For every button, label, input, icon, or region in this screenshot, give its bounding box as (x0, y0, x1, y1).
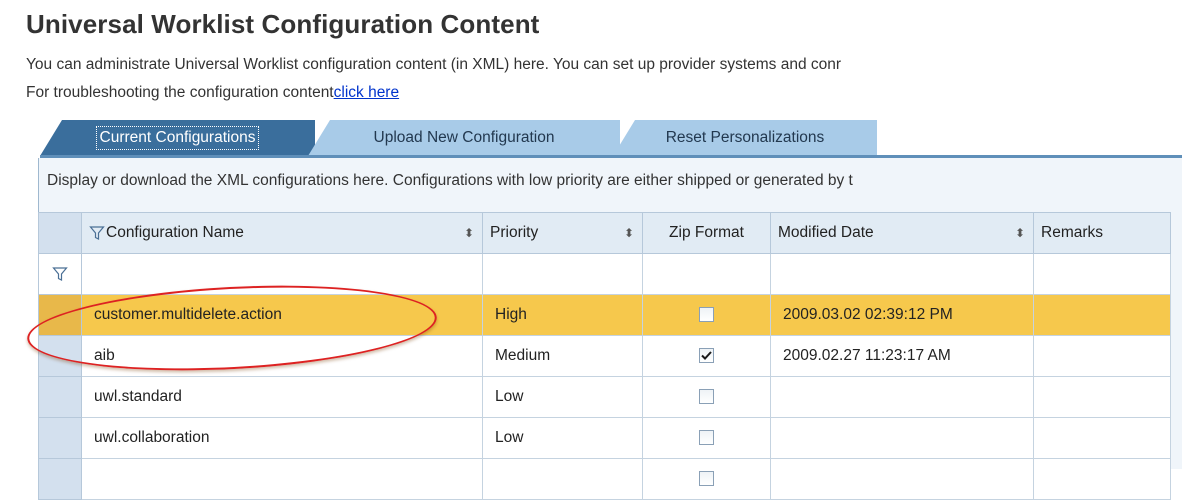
row-selector[interactable] (38, 376, 82, 418)
filter-zip-input[interactable] (642, 253, 771, 295)
zip-format-cell (642, 335, 771, 377)
header-remarks-label: Remarks (1041, 224, 1104, 241)
priority-cell: Low (482, 376, 643, 418)
empty-cell (81, 458, 483, 500)
filter-row (38, 253, 1171, 295)
sort-arrows-icon[interactable]: ⬍ (464, 227, 474, 239)
troubleshooting-line: For troubleshooting the configuration co… (26, 84, 399, 102)
priority-cell: Medium (482, 335, 643, 377)
tab-upload-label: Upload New Configuration (373, 129, 555, 146)
header-priority[interactable]: Priority ⬍ (482, 212, 643, 254)
zip-format-checkbox[interactable] (699, 471, 714, 487)
row-selector[interactable] (38, 417, 82, 459)
tab-upload-new-configuration[interactable]: Upload New Configuration (308, 120, 620, 156)
zip-format-cell (642, 294, 771, 336)
remarks-cell (1033, 417, 1171, 459)
header-selector-cell (38, 212, 82, 254)
config-name-cell: customer.multidelete.action (81, 294, 483, 336)
header-configuration-name[interactable]: Configuration Name ⬍ (81, 212, 483, 254)
config-name-cell: uwl.collaboration (81, 417, 483, 459)
table-row[interactable]: aib Medium 2009.02.27 11:23:17 AM (38, 335, 1171, 377)
modified-date-cell: 2009.03.02 02:39:12 PM (770, 294, 1034, 336)
table-row-partial[interactable] (38, 458, 1171, 500)
header-priority-label: Priority (490, 224, 539, 241)
filter-funnel-icon[interactable] (89, 225, 105, 241)
tab-strip: Current Configurations Upload New Config… (12, 120, 1182, 157)
modified-date-cell (770, 376, 1034, 418)
table-row[interactable]: uwl.standard Low (38, 376, 1171, 418)
tab-current-configurations[interactable]: Current Configurations (40, 120, 315, 156)
checkmark-icon (701, 351, 712, 361)
priority-cell: High (482, 294, 643, 336)
row-selector[interactable] (38, 458, 82, 500)
header-modified-date[interactable]: Modified Date ⬍ (770, 212, 1034, 254)
zip-format-checkbox[interactable] (699, 430, 714, 446)
remarks-cell (1033, 335, 1171, 377)
remarks-cell (1033, 294, 1171, 336)
table-row[interactable]: uwl.collaboration Low (38, 417, 1171, 459)
page-description: You can administrate Universal Worklist … (26, 56, 842, 73)
config-name-cell: aib (81, 335, 483, 377)
panel-description: Display or download the XML configuratio… (47, 172, 853, 189)
filter-funnel-icon[interactable] (51, 266, 68, 282)
header-zip-format: Zip Format (642, 212, 771, 254)
filter-toggle-cell[interactable] (38, 253, 82, 295)
row-selector[interactable] (38, 335, 82, 377)
zip-format-cell (642, 376, 771, 418)
row-selector[interactable] (38, 294, 82, 336)
header-zip-format-label: Zip Format (669, 224, 744, 241)
filter-name-input[interactable] (81, 253, 483, 295)
modified-date-cell (770, 417, 1034, 459)
empty-cell (482, 458, 643, 500)
config-name-cell: uwl.standard (81, 376, 483, 418)
tab-current-configurations-label: Current Configurations (95, 126, 260, 150)
filter-modified-input[interactable] (770, 253, 1034, 295)
sort-arrows-icon[interactable]: ⬍ (1015, 227, 1025, 239)
zip-format-cell (642, 417, 771, 459)
remarks-cell (1033, 376, 1171, 418)
filter-priority-input[interactable] (482, 253, 643, 295)
tab-reset-label: Reset Personalizations (665, 129, 825, 146)
tab-reset-personalizations[interactable]: Reset Personalizations (613, 120, 877, 156)
header-configuration-name-label: Configuration Name (106, 224, 244, 241)
zip-format-checkbox[interactable] (699, 348, 714, 364)
priority-cell: Low (482, 417, 643, 459)
header-remarks: Remarks (1033, 212, 1171, 254)
filter-remarks-input[interactable] (1033, 253, 1171, 295)
troubleshooting-text: For troubleshooting the configuration co… (26, 84, 334, 101)
modified-date-cell: 2009.02.27 11:23:17 AM (770, 335, 1034, 377)
zip-format-cell (642, 458, 771, 500)
troubleshooting-link[interactable]: click here (334, 84, 399, 101)
sort-arrows-icon[interactable]: ⬍ (624, 227, 634, 239)
empty-cell (1033, 458, 1171, 500)
configurations-table: Configuration Name ⬍ Priority ⬍ Zip Form… (38, 212, 1171, 500)
page-title: Universal Worklist Configuration Content (26, 9, 540, 39)
table-row[interactable]: customer.multidelete.action High 2009.03… (38, 294, 1171, 336)
table-header-row: Configuration Name ⬍ Priority ⬍ Zip Form… (38, 212, 1171, 254)
zip-format-checkbox[interactable] (699, 307, 714, 323)
header-modified-date-label: Modified Date (778, 224, 874, 241)
zip-format-checkbox[interactable] (699, 389, 714, 405)
empty-cell (770, 458, 1034, 500)
